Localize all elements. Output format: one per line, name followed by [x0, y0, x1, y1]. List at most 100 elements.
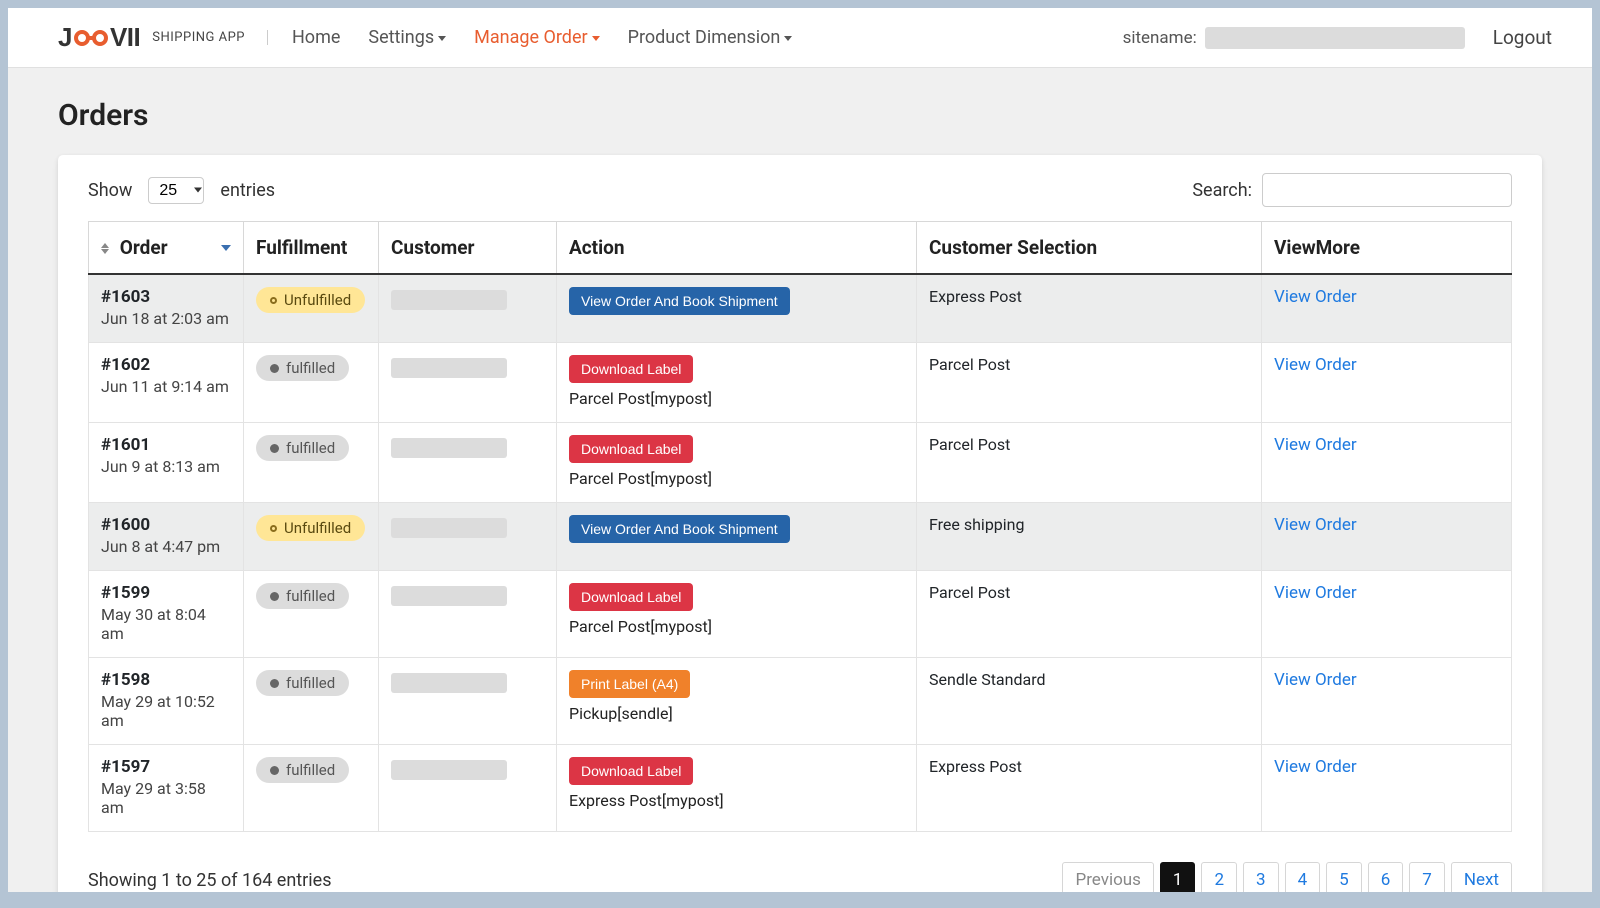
table-body: #1603Jun 18 at 2:03 amUnfulfilledView Or…	[89, 274, 1512, 832]
table-row: #1597May 29 at 3:58 am fulfilled Download …	[89, 745, 1512, 832]
nav-settings[interactable]: Settings	[368, 27, 446, 48]
col-order-label: Order	[120, 236, 168, 259]
col-selection[interactable]: Customer Selection	[917, 222, 1262, 275]
customer-selection: Sendle Standard	[929, 670, 1045, 689]
order-id: #1600	[101, 515, 231, 535]
order-id: #1602	[101, 355, 231, 375]
col-customer[interactable]: Customer	[379, 222, 557, 275]
view-book-button[interactable]: View Order And Book Shipment	[569, 515, 790, 543]
fulfillment-text: fulfilled	[286, 587, 335, 605]
page-5[interactable]: 5	[1326, 862, 1362, 892]
download-label-button[interactable]: Download Label	[569, 355, 693, 383]
view-order-link[interactable]: View Order	[1274, 435, 1357, 455]
customer-value	[391, 518, 507, 538]
logo: J VII	[58, 22, 140, 53]
col-action[interactable]: Action	[557, 222, 917, 275]
nav-links: Home Settings Manage Order Product Dimen…	[292, 27, 792, 48]
page-6[interactable]: 6	[1368, 862, 1404, 892]
order-date: May 30 at 8:04 am	[101, 605, 231, 643]
fulfillment-text: Unfulfilled	[284, 291, 351, 309]
view-order-link[interactable]: View Order	[1274, 287, 1357, 307]
download-label-button[interactable]: Download Label	[569, 757, 693, 785]
customer-selection: Parcel Post	[929, 355, 1010, 374]
entries-label: entries	[220, 180, 275, 201]
page-next[interactable]: Next	[1451, 862, 1512, 892]
action-subtext: Express Post[mypost]	[569, 791, 904, 810]
sitename-label: sitename:	[1123, 28, 1197, 48]
order-date: Jun 9 at 8:13 am	[101, 457, 231, 476]
page-size-select[interactable]: 25	[148, 177, 204, 204]
status-dot-icon	[270, 766, 279, 775]
chevron-down-icon	[784, 36, 792, 41]
table-row: #1602 Jun 11 at 9:14 am fulfilled Download …	[89, 343, 1512, 423]
view-order-link[interactable]: View Order	[1274, 583, 1357, 603]
nav-manage-order[interactable]: Manage Order	[474, 27, 599, 48]
view-book-button[interactable]: View Order And Book Shipment	[569, 287, 790, 315]
view-order-link[interactable]: View Order	[1274, 670, 1357, 690]
fulfillment-text: fulfilled	[286, 359, 335, 377]
nav-settings-label: Settings	[368, 27, 434, 48]
navbar: JVII SHIPPING APP Home Settings Manage O…	[8, 8, 1592, 68]
fulfillment-pill: fulfilled	[256, 670, 349, 696]
col-action-label: Action	[569, 236, 625, 259]
nav-home-label: Home	[292, 27, 340, 48]
logout-link[interactable]: Logout	[1493, 26, 1552, 49]
chevron-down-icon	[438, 36, 446, 41]
col-viewmore-label: ViewMore	[1274, 236, 1360, 259]
customer-selection: Express Post	[929, 287, 1022, 306]
fulfillment-pill: fulfilled	[256, 583, 349, 609]
status-dot-icon	[270, 444, 279, 453]
col-fulfillment[interactable]: Fulfillment	[244, 222, 379, 275]
search-wrap: Search:	[1192, 173, 1512, 207]
table-head: Order Fulfillment Customer Action Custom…	[89, 222, 1512, 275]
logo-j: J	[58, 22, 72, 52]
showing-text: Showing 1 to 25 of 164 entries	[88, 870, 332, 891]
view-order-link[interactable]: View Order	[1274, 515, 1357, 535]
print-label-button[interactable]: Print Label (A4)	[569, 670, 690, 698]
col-order[interactable]: Order	[89, 222, 244, 275]
fulfillment-text: fulfilled	[286, 439, 335, 457]
nav-product-dimension-label: Product Dimension	[628, 27, 781, 48]
nav-home[interactable]: Home	[292, 27, 340, 48]
table-row: #1601 Jun 9 at 8:13 am fulfilled Download L…	[89, 423, 1512, 503]
page-1[interactable]: 1	[1160, 862, 1196, 892]
customer-value	[391, 358, 507, 378]
fulfillment-pill: fulfilled	[256, 435, 349, 461]
col-viewmore[interactable]: ViewMore	[1262, 222, 1512, 275]
fulfillment-pill: fulfilled	[256, 757, 349, 783]
orders-card: Show 25 entries Search:	[58, 155, 1542, 892]
view-order-link[interactable]: View Order	[1274, 757, 1357, 777]
download-label-button[interactable]: Download Label	[569, 583, 693, 611]
orders-table: Order Fulfillment Customer Action Custom…	[88, 221, 1512, 832]
download-label-button[interactable]: Download Label	[569, 435, 693, 463]
order-id: #1597	[101, 757, 231, 777]
order-date: May 29 at 10:52 am	[101, 692, 231, 730]
order-date: Jun 11 at 9:14 am	[101, 377, 231, 396]
page-content: Orders Show 25 entries Search:	[8, 68, 1592, 892]
customer-value	[391, 290, 507, 310]
page-3[interactable]: 3	[1243, 862, 1279, 892]
col-selection-label: Customer Selection	[929, 236, 1097, 259]
action-subtext: Parcel Post[mypost]	[569, 469, 904, 488]
fulfillment-text: Unfulfilled	[284, 519, 351, 537]
page-4[interactable]: 4	[1285, 862, 1321, 892]
search-input[interactable]	[1262, 173, 1512, 207]
order-id: #1601	[101, 435, 231, 455]
action-subtext: Parcel Post[mypost]	[569, 617, 904, 636]
order-date: May 29 at 3:58 am	[101, 779, 231, 817]
customer-selection: Parcel Post	[929, 583, 1010, 602]
logo-vii: VII	[110, 22, 140, 52]
search-label: Search:	[1192, 180, 1252, 201]
page-7[interactable]: 7	[1409, 862, 1445, 892]
page-2[interactable]: 2	[1201, 862, 1237, 892]
order-id: #1603	[101, 287, 231, 307]
nav-product-dimension[interactable]: Product Dimension	[628, 27, 793, 48]
col-customer-label: Customer	[391, 236, 474, 259]
view-order-link[interactable]: View Order	[1274, 355, 1357, 375]
show-label: Show	[88, 180, 132, 201]
table-row: #1598May 29 at 10:52 amfulfilledPrint La…	[89, 658, 1512, 745]
order-date: Jun 8 at 4:47 pm	[101, 537, 231, 556]
page-title: Orders	[58, 98, 1542, 133]
page-previous[interactable]: Previous	[1062, 862, 1153, 892]
status-dot-icon	[270, 679, 279, 688]
